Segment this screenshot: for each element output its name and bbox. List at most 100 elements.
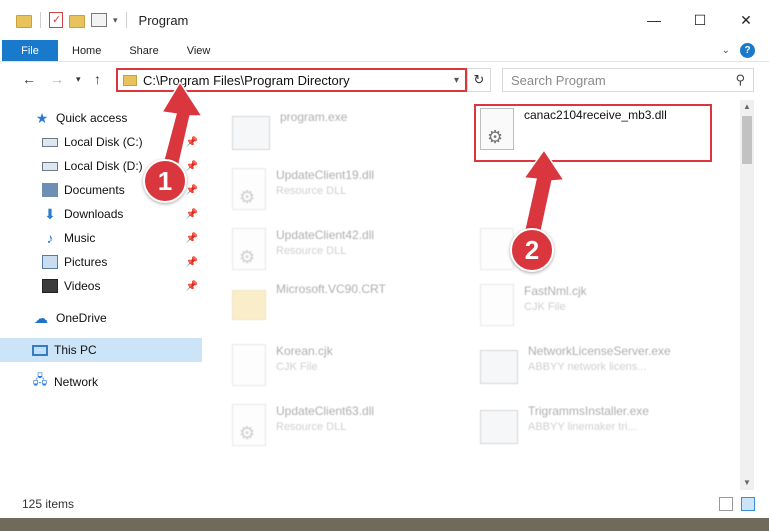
download-arrow-icon: ⬇: [44, 205, 56, 222]
pin-icon: 📌: [185, 232, 198, 244]
file-name: UpdateClient19.dll: [276, 168, 375, 182]
tab-share[interactable]: Share: [115, 40, 172, 61]
file-type: Resource DLL: [276, 245, 347, 257]
expand-ribbon-icon[interactable]: ⌄: [722, 45, 730, 56]
sidebar-item-network[interactable]: 🖧 Network: [0, 370, 202, 394]
desktop-edge: [0, 518, 769, 531]
pin-icon: 📌: [185, 256, 198, 268]
file-type: CJK File: [276, 361, 318, 373]
scroll-down-icon[interactable]: ▼: [740, 476, 754, 490]
sidebar-item-pictures[interactable]: Pictures 📌: [0, 250, 202, 274]
folder-icon: [123, 74, 137, 86]
search-placeholder[interactable]: Search Program: [511, 73, 606, 88]
sidebar-item-label: Pictures: [64, 255, 108, 269]
tab-home[interactable]: Home: [58, 40, 115, 61]
dll-file-icon: ⚙: [232, 168, 266, 210]
music-note-icon: ♪: [46, 230, 54, 246]
scroll-up-icon[interactable]: ▲: [740, 100, 754, 114]
sidebar-item-this-pc[interactable]: This PC: [0, 338, 202, 362]
file-item[interactable]: Korean.cjk CJK File: [232, 344, 333, 386]
file-item[interactable]: program.exe: [232, 110, 347, 150]
close-button[interactable]: ✕: [723, 0, 769, 40]
file-icon: [480, 284, 514, 326]
search-icon: ⚲: [735, 72, 745, 87]
customize-toolbar-icon[interactable]: [91, 13, 107, 27]
sidebar-item-label: This PC: [54, 343, 97, 357]
pictures-icon: [42, 255, 58, 269]
file-item[interactable]: Microsoft.VC90.CRT: [232, 282, 386, 320]
tab-view[interactable]: View: [173, 40, 225, 61]
pin-icon: 📌: [185, 208, 198, 220]
annotation-marker-2: 2: [510, 228, 554, 272]
sidebar-item-label: Quick access: [56, 111, 128, 125]
chevron-down-icon[interactable]: ▾: [454, 75, 459, 86]
file-type: CJK File: [524, 301, 566, 313]
navigation-bar: ← → ▾ ↑ C:\Program Files\Program Directo…: [0, 62, 769, 98]
sidebar-item-label: Local Disk (C:): [64, 135, 143, 149]
file-name: UpdateClient63.dll: [276, 404, 375, 418]
file-item[interactable]: FastNml.cjk CJK File: [480, 284, 587, 326]
file-name: NetworkLicenseServer.exe: [528, 344, 671, 358]
large-icons-view-icon[interactable]: [741, 497, 755, 511]
computer-icon: [32, 344, 48, 356]
film-icon: [42, 279, 58, 293]
sidebar-item-label: Network: [54, 375, 99, 389]
file-type: ABBYY linemaker tri...: [528, 421, 637, 433]
forward-arrow-icon[interactable]: →: [50, 71, 64, 87]
recent-locations-chevron-icon[interactable]: ▾: [76, 74, 81, 85]
dll-file-icon: ⚙: [232, 404, 266, 446]
sidebar-item-label: Local Disk (D:): [64, 159, 143, 173]
scrollbar-thumb[interactable]: [742, 116, 752, 164]
title-bar: ▾ Program — ☐ ✕: [0, 0, 769, 40]
maximize-button[interactable]: ☐: [677, 0, 723, 40]
search-input[interactable]: Search Program ⚲: [502, 68, 754, 92]
file-item[interactable]: ⚙ UpdateClient42.dll Resource DLL: [232, 228, 374, 270]
file-item[interactable]: TrigrammsInstaller.exe ABBYY linemaker tr…: [480, 404, 649, 444]
gear-icon: ⚙: [239, 247, 256, 267]
file-icon: [480, 228, 514, 270]
view-toggle: [719, 497, 755, 511]
details-view-icon[interactable]: [719, 497, 733, 511]
new-folder-icon[interactable]: [69, 15, 85, 28]
file-name: UpdateClient42.dll: [276, 228, 375, 242]
network-icon: 🖧: [32, 372, 48, 387]
help-icon[interactable]: ?: [740, 43, 755, 58]
status-bar: 125 items: [0, 490, 769, 518]
file-name: TrigrammsInstaller.exe: [528, 404, 649, 418]
toolbar-divider: [125, 12, 127, 28]
quick-access-toolbar: ▾: [16, 12, 129, 28]
file-item[interactable]: NetworkLicenseServer.exe ABBYY network li…: [480, 344, 671, 384]
dll-file-icon: ⚙: [232, 228, 266, 270]
sidebar-item-label: Videos: [64, 279, 101, 293]
sidebar-item-music[interactable]: ♪ Music 📌: [0, 226, 202, 250]
window-controls: — ☐ ✕: [631, 0, 769, 40]
sidebar-item-videos[interactable]: Videos 📌: [0, 274, 202, 298]
drive-icon: [42, 161, 58, 171]
tab-file[interactable]: File: [2, 40, 58, 61]
file-name: program.exe: [280, 110, 348, 124]
file-type: Resource DLL: [276, 421, 347, 433]
pin-icon: 📌: [185, 280, 198, 292]
sidebar-item-label: Downloads: [64, 207, 124, 221]
up-arrow-icon[interactable]: ↑: [94, 71, 101, 87]
sidebar-item-onedrive[interactable]: ☁ OneDrive: [0, 306, 202, 330]
documents-icon: [42, 183, 58, 197]
file-name: Korean.cjk: [276, 344, 333, 358]
refresh-button[interactable]: ↻: [467, 68, 491, 92]
toolbar-divider: [40, 12, 41, 28]
sidebar-item-downloads[interactable]: ⬇ Downloads 📌: [0, 202, 202, 226]
folder-icon: [232, 290, 266, 320]
minimize-button[interactable]: —: [631, 0, 677, 40]
vertical-scrollbar[interactable]: ▲ ▼: [740, 100, 754, 490]
annotation-marker-1: 1: [143, 159, 187, 203]
exe-file-icon: [480, 350, 518, 384]
file-item[interactable]: ⚙ UpdateClient19.dll Resource DLL: [232, 168, 374, 210]
gear-icon: ⚙: [239, 187, 256, 207]
properties-check-icon[interactable]: [49, 12, 63, 28]
file-name: Microsoft.VC90.CRT: [276, 282, 386, 296]
chevron-down-icon[interactable]: ▾: [113, 15, 118, 26]
back-arrow-icon[interactable]: ←: [22, 71, 36, 87]
window-title: Program: [138, 12, 189, 28]
cloud-icon: ☁: [34, 309, 48, 326]
file-item[interactable]: ⚙ UpdateClient63.dll Resource DLL: [232, 404, 374, 446]
